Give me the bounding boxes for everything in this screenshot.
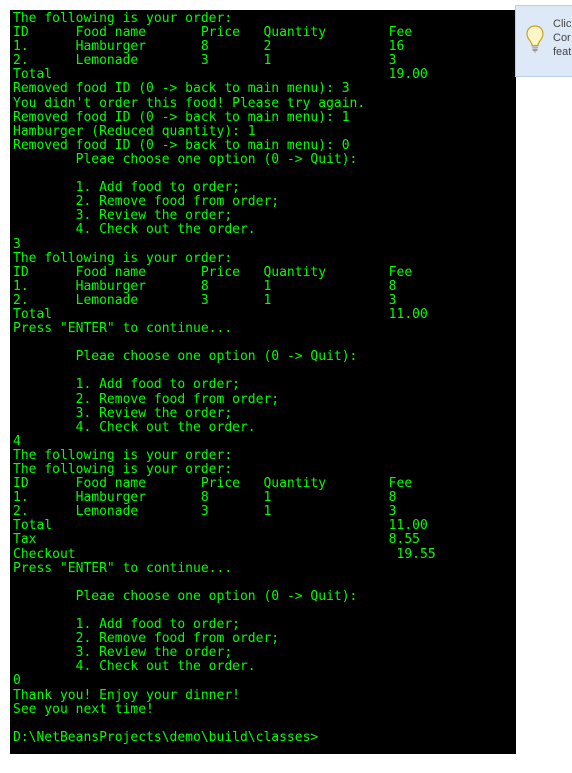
tip-text-line: feat	[553, 46, 572, 59]
console-line: 1. Add food to order;	[13, 377, 240, 393]
console-line: 1. Hamburger 8 2 16	[13, 39, 405, 55]
console-line: Removed food ID (0 -> back to main menu)…	[13, 109, 350, 125]
lightbulb-icon	[526, 25, 544, 53]
console-line: 4. Check out the order.	[13, 222, 256, 238]
screen: The following is your order: ID Food name…	[0, 0, 572, 773]
console-line: The following is your order:	[13, 11, 233, 26]
console-window[interactable]: The following is your order: ID Food name…	[10, 10, 516, 754]
console-line: ID Food name Price Quantity Fee	[13, 476, 413, 492]
console-line: 3. Review the order;	[13, 405, 233, 421]
tip-text: Clic Cor feat	[553, 17, 571, 59]
console-line: You didn't order this food! Please try a…	[13, 95, 366, 111]
console-line: 3	[13, 236, 21, 252]
console-line: The following is your order:	[13, 462, 233, 477]
console-line: ID Food name Price Quantity Fee	[13, 25, 413, 41]
console-line: 1. Add food to order;	[13, 180, 240, 196]
console-line: 4	[13, 433, 21, 449]
console-line: 2. Remove food from order;	[13, 194, 280, 210]
console-line: 1. Add food to order;	[13, 617, 240, 633]
console-line: 1. Hamburger 8 1 8	[13, 490, 397, 506]
tip-popup[interactable]: Clic Cor feat	[515, 5, 572, 77]
console-line: Hamburger (Reduced quantity): 1	[13, 123, 256, 139]
tip-text-line: Cor	[553, 32, 571, 45]
console-line: Total 11.00	[13, 306, 428, 322]
console-line: 1. Hamburger 8 1 8	[13, 278, 397, 294]
console-line: Pleae choose one option (0 -> Quit):	[13, 151, 358, 167]
console-line: 4. Check out the order.	[13, 659, 256, 675]
console-line: Press "ENTER" to continue...	[13, 321, 233, 337]
console-line: Press "ENTER" to continue...	[13, 560, 233, 576]
console-line: ID Food name Price Quantity Fee	[13, 264, 413, 280]
console-line: 2. Remove food from order;	[13, 631, 280, 647]
console-line: 4. Check out the order.	[13, 419, 256, 435]
console-line: Removed food ID (0 -> back to main menu)…	[13, 137, 350, 153]
console-line: 2. Lemonade 3 1 3	[13, 504, 397, 520]
console-line: Thank you! Enjoy your dinner!	[13, 687, 240, 703]
console-line: 2. Remove food from order;	[13, 391, 280, 407]
console-line: 3. Review the order;	[13, 208, 233, 224]
console-line: See you next time!	[13, 701, 154, 717]
console-line: Pleae choose one option (0 -> Quit):	[13, 588, 358, 604]
console-line: The following is your order:	[13, 250, 233, 266]
console-line: 2. Lemonade 3 1 3	[13, 53, 397, 69]
console-line: Checkout 19.55	[13, 546, 436, 562]
console-line: The following is your order:	[13, 447, 233, 463]
console-line: 2. Lemonade 3 1 3	[13, 292, 397, 308]
tip-text-line: Clic	[553, 18, 572, 30]
console-line: Tax 8.55	[13, 532, 420, 548]
console-line: Total 11.00	[13, 518, 428, 534]
console-line: Total 19.00	[13, 67, 428, 83]
console-line: D:\NetBeansProjects\demo\build\classes>	[13, 729, 319, 745]
console-output: The following is your order: ID Food name…	[13, 11, 436, 745]
console-line: 0	[13, 673, 21, 689]
console-line: Pleae choose one option (0 -> Quit):	[13, 349, 358, 365]
console-line: Removed food ID (0 -> back to main menu)…	[13, 81, 350, 97]
console-line: 3. Review the order;	[13, 645, 233, 661]
